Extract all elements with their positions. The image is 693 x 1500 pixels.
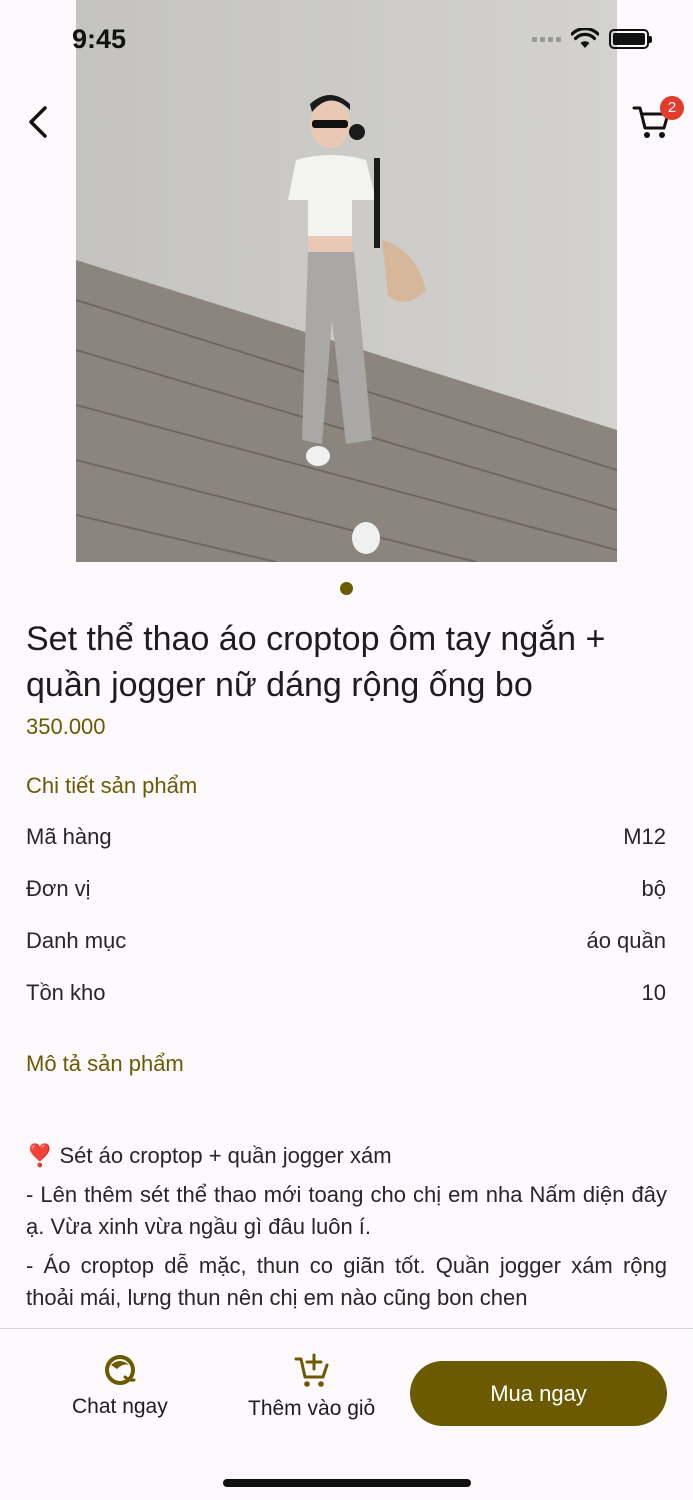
chat-label: Chat ngay [72,1395,168,1418]
spec-row: Tồn kho 10 [26,980,666,1010]
spec-value: M12 [623,824,666,849]
spec-value: 10 [641,980,666,1005]
add-cart-icon [294,1353,329,1387]
battery-icon [609,29,652,49]
status-icons [532,28,652,50]
bottom-action-bar: Chat ngay Thêm vào giỏ Mua ngay [0,1328,693,1500]
chat-icon [104,1355,136,1385]
chat-button[interactable]: Chat ngay [72,1353,168,1419]
spec-label: Danh mục [26,928,127,953]
back-button[interactable] [18,100,58,144]
cart-count-badge: 2 [660,96,684,120]
spec-label: Đơn vị [26,876,91,901]
product-price: 350.000 [26,714,106,739]
spec-row: Đơn vị bộ [26,876,666,906]
details-heading: Chi tiết sản phẩm [26,773,198,798]
spec-row: Danh mục áo quần [26,928,666,958]
product-description: ❣️ Sét áo croptop + quần jogger xám - Lê… [26,1140,667,1316]
cellular-signal-icon [532,36,561,42]
cart-button[interactable]: 2 [632,96,684,144]
description-heading: Mô tả sản phẩm [26,1051,184,1076]
wifi-icon [571,28,599,48]
add-cart-label: Thêm vào giỏ [248,1397,376,1420]
product-title: Set thể thao áo croptop ôm tay ngắn + qu… [26,620,606,704]
spec-value: bộ [641,876,666,901]
description-line: - Áo croptop dễ mặc, thun co giãn tốt. Q… [26,1253,667,1310]
product-image[interactable] [76,0,617,562]
description-line: - Lên thêm sét thể thao mới toang cho ch… [26,1182,667,1239]
add-to-cart-button[interactable]: Thêm vào giỏ [248,1353,375,1421]
buy-now-button[interactable]: Mua ngay [410,1361,667,1426]
spec-value: áo quần [586,928,666,953]
spec-row: Mã hàng M12 [26,824,666,854]
status-bar: 9:45 [0,0,693,80]
spec-label: Mã hàng [26,824,112,849]
spec-label: Tồn kho [26,980,106,1005]
status-time: 9:45 [72,24,127,54]
home-indicator[interactable] [223,1479,471,1487]
chevron-left-icon [29,106,47,138]
carousel-indicator[interactable] [340,582,353,595]
description-line: ❣️ Sét áo croptop + quần jogger xám [26,1143,392,1168]
